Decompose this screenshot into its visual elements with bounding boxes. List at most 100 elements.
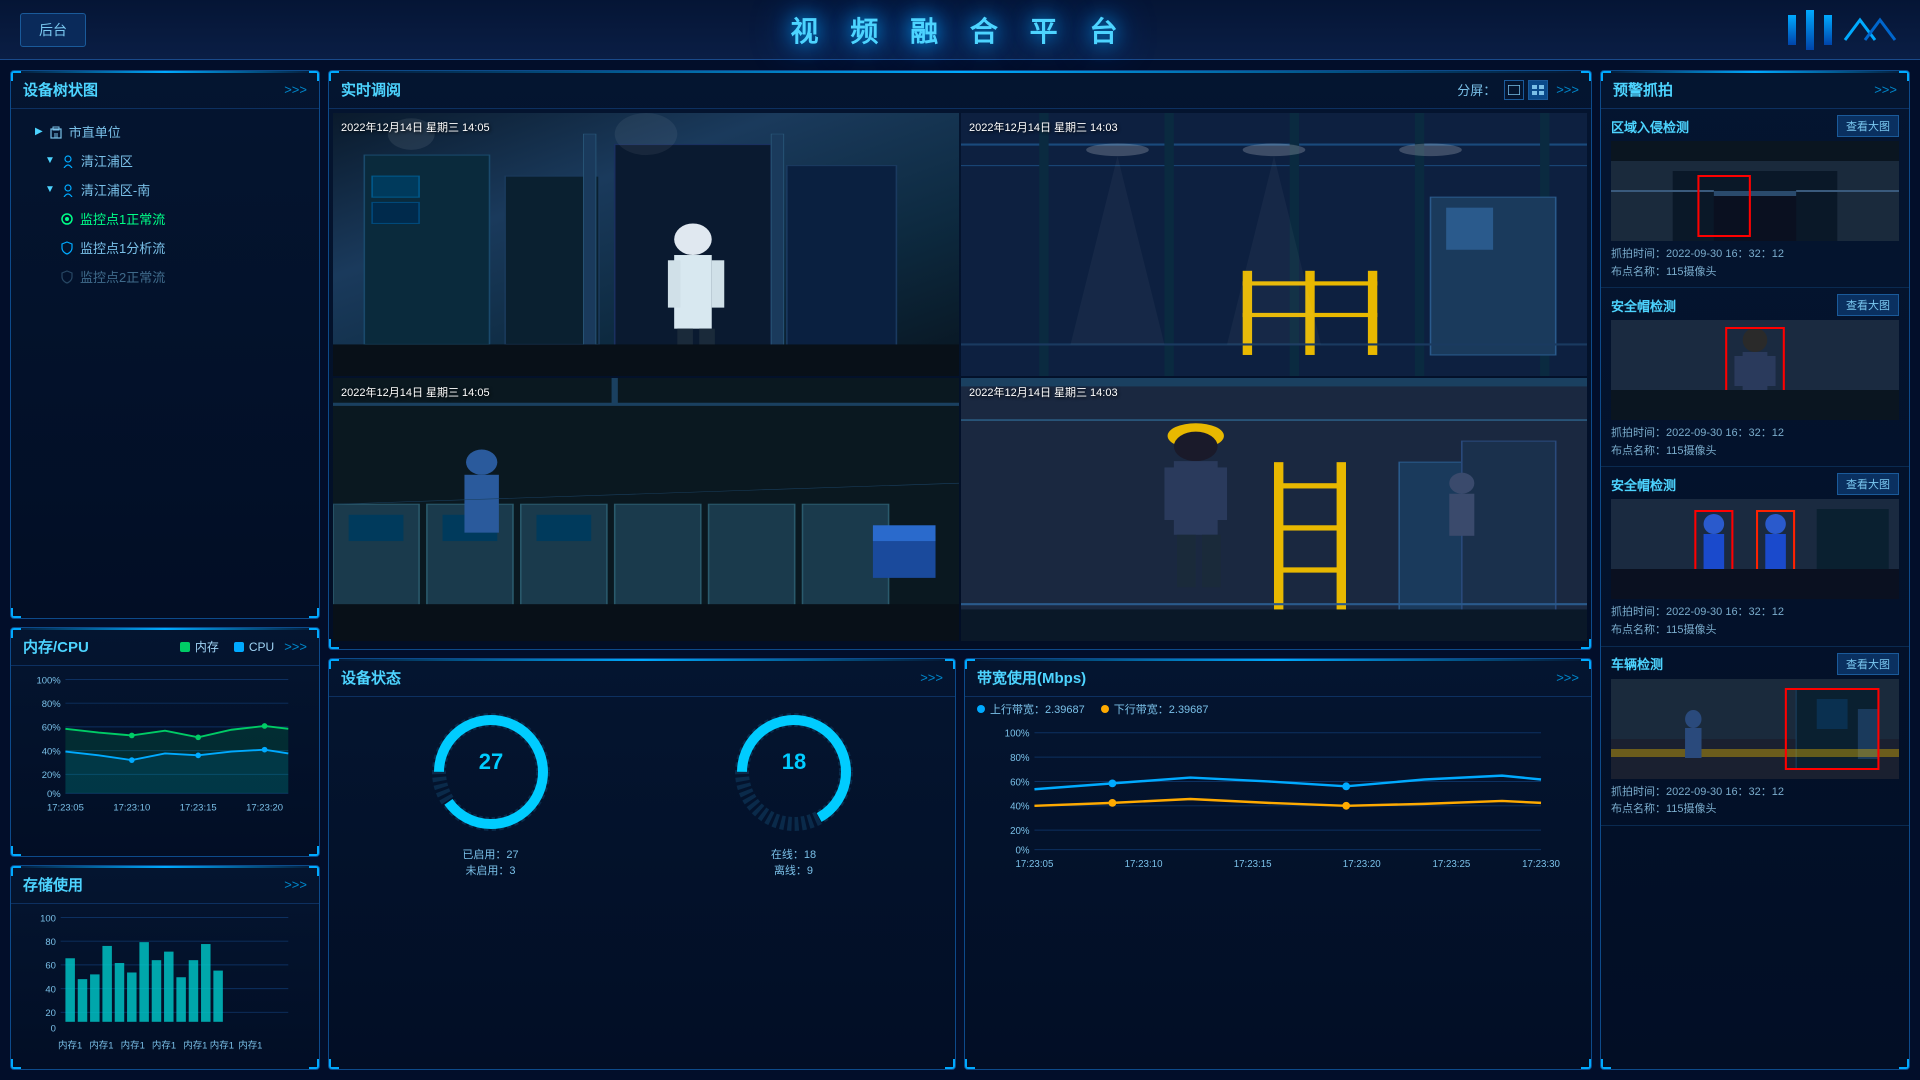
bandwidth-more[interactable]: >>> xyxy=(1556,670,1579,685)
warning-1-time: 抓拍时间：2022-09-30 16：32：12 xyxy=(1611,246,1899,264)
svg-text:17:23:10: 17:23:10 xyxy=(1125,859,1163,870)
header: 后台 视 频 融 合 平 台 xyxy=(0,0,1920,60)
memory-legend-dot xyxy=(180,642,190,652)
warning-3-type: 安全帽检测 xyxy=(1611,475,1676,494)
warning-2-view-button[interactable]: 查看大图 xyxy=(1837,294,1899,316)
svg-text:17:23:15: 17:23:15 xyxy=(1234,859,1272,870)
warning-4-info: 抓拍时间：2022-09-30 16：32：12 布点名称：115摄像头 xyxy=(1611,784,1899,819)
warning-1-type: 区域入侵检测 xyxy=(1611,117,1689,136)
svg-text:0%: 0% xyxy=(1016,846,1030,857)
split-4-button[interactable] xyxy=(1528,80,1548,100)
video-grid: 2022年12月14日 星期三 14:05 xyxy=(329,109,1591,645)
offline-label: 离线：9 xyxy=(729,862,859,878)
warning-4-type: 车辆检测 xyxy=(1611,654,1663,673)
warning-thumb-img-3 xyxy=(1611,499,1899,599)
header-deco-chevron xyxy=(1840,15,1900,45)
memory-legend-label: 内存 xyxy=(195,638,219,655)
svg-text:0: 0 xyxy=(51,1023,56,1034)
memory-legend: 内存 xyxy=(180,638,219,655)
download-legend: 下行带宽：2.39687 xyxy=(1101,701,1209,717)
storage-panel: 存储使用 >>> 100 80 60 40 20 0 xyxy=(10,865,320,1070)
warning-list: 区域入侵检测 查看大图 xyxy=(1601,109,1909,1065)
warning-3-view-button[interactable]: 查看大图 xyxy=(1837,473,1899,495)
warning-1-header: 区域入侵检测 查看大图 xyxy=(1611,115,1899,137)
warning-1-location: 布点名称：115摄像头 xyxy=(1611,264,1899,282)
video-cell-3[interactable]: 2022年12月14日 星期三 14:05 xyxy=(333,378,959,641)
video-cell-2[interactable]: 2022年12月14日 星期三 14:03 xyxy=(961,113,1587,376)
deco-bar-2 xyxy=(1806,10,1814,50)
storage-more[interactable]: >>> xyxy=(284,877,307,892)
right-column: 预警抓拍 >>> 区域入侵检测 查看大图 xyxy=(1600,70,1910,1070)
split-controls xyxy=(1504,80,1548,100)
svg-text:100: 100 xyxy=(40,913,56,924)
cpu-memory-more[interactable]: >>> xyxy=(284,639,307,654)
warning-thumb-img-2 xyxy=(1611,320,1899,420)
warning-3-thumb xyxy=(1611,499,1899,599)
deco-bar-3 xyxy=(1824,15,1832,45)
warning-2-time: 抓拍时间：2022-09-30 16：32：12 xyxy=(1611,425,1899,443)
warning-4-thumb xyxy=(1611,679,1899,779)
warning-3-header: 安全帽检测 查看大图 xyxy=(1611,473,1899,495)
cpu-legend: CPU xyxy=(234,640,274,654)
tree-item-cam3[interactable]: 监控点2正常流 xyxy=(15,262,315,291)
tree-item-region[interactable]: ▼ 清江浦区 xyxy=(15,146,315,175)
warnings-panel: 预警抓拍 >>> 区域入侵检测 查看大图 xyxy=(1600,70,1910,1070)
warning-4-view-button[interactable]: 查看大图 xyxy=(1837,653,1899,675)
storage-title: 存储使用 xyxy=(23,874,83,895)
left-column: 设备树状图 >>> ▶ 市直单位 ▼ 清江浦区 ▼ 清江浦区-南 xyxy=(10,70,320,1070)
split-1-button[interactable] xyxy=(1504,80,1524,100)
factory-scene-3 xyxy=(333,378,959,641)
camera-dim-icon xyxy=(60,270,74,284)
upload-dot xyxy=(977,705,985,713)
video-timestamp-1: 2022年12月14日 星期三 14:05 xyxy=(341,119,490,135)
not-enabled-label: 未启用：3 xyxy=(426,862,556,878)
video-cell-1[interactable]: 2022年12月14日 星期三 14:05 xyxy=(333,113,959,376)
center-column: 实时调阅 分屏： xyxy=(328,70,1592,1070)
tree-item-cam2[interactable]: 监控点1分析流 xyxy=(15,233,315,262)
svg-text:内存1: 内存1 xyxy=(58,1039,82,1051)
download-dot xyxy=(1101,705,1109,713)
cpu-memory-panel: 内存/CPU 内存 CPU >>> xyxy=(10,627,320,857)
warning-1-info: 抓拍时间：2022-09-30 16：32：12 布点名称：115摄像头 xyxy=(1611,246,1899,281)
warning-item-2: 安全帽检测 查看大图 xyxy=(1601,288,1909,467)
donut-chart-1: 27 xyxy=(426,707,556,837)
video-timestamp-2: 2022年12月14日 星期三 14:03 xyxy=(969,119,1118,135)
svg-text:内存1: 内存1 xyxy=(89,1039,113,1051)
warning-1-view-button[interactable]: 查看大图 xyxy=(1837,115,1899,137)
tree-label: 清江浦区 xyxy=(81,151,133,170)
upload-legend: 上行带宽：2.39687 xyxy=(977,701,1085,717)
tree-label: 监控点1正常流 xyxy=(80,209,165,228)
realtime-panel: 实时调阅 分屏： xyxy=(328,70,1592,650)
tree-item-city[interactable]: ▶ 市直单位 xyxy=(15,117,315,146)
donut-enabled: 27 已启用：27 未启用：3 xyxy=(426,707,556,878)
svg-text:80%: 80% xyxy=(1010,753,1030,764)
quad-split-icon xyxy=(1532,85,1544,95)
device-tree-panel: 设备树状图 >>> ▶ 市直单位 ▼ 清江浦区 ▼ 清江浦区-南 xyxy=(10,70,320,619)
cpu-memory-header: 内存/CPU 内存 CPU >>> xyxy=(11,628,319,666)
warning-2-header: 安全帽检测 查看大图 xyxy=(1611,294,1899,316)
warnings-more[interactable]: >>> xyxy=(1874,82,1897,97)
svg-text:40%: 40% xyxy=(42,746,62,757)
device-tree-more[interactable]: >>> xyxy=(284,82,307,97)
arrow-icon: ▼ xyxy=(45,155,55,166)
device-status-more[interactable]: >>> xyxy=(920,670,943,685)
warning-thumb-img-1 xyxy=(1611,141,1899,241)
warning-1-thumb xyxy=(1611,141,1899,241)
donut-chart-2: 18 xyxy=(729,707,859,837)
svg-text:17:23:20: 17:23:20 xyxy=(246,802,283,813)
video-cell-4[interactable]: 2022年12月14日 星期三 14:03 xyxy=(961,378,1587,641)
arrow-icon: ▶ xyxy=(35,126,43,137)
download-legend-label: 下行带宽：2.39687 xyxy=(1114,701,1209,717)
back-button[interactable]: 后台 xyxy=(20,13,86,47)
svg-text:40: 40 xyxy=(45,984,56,995)
svg-text:18: 18 xyxy=(781,749,805,774)
tree-item-subregion[interactable]: ▼ 清江浦区-南 xyxy=(15,175,315,204)
device-tree-title: 设备树状图 xyxy=(23,79,98,100)
warning-2-type: 安全帽检测 xyxy=(1611,296,1676,315)
tree-item-cam1[interactable]: 监控点1正常流 xyxy=(15,204,315,233)
realtime-more[interactable]: >>> xyxy=(1556,82,1579,97)
upload-legend-label: 上行带宽：2.39687 xyxy=(990,701,1085,717)
svg-text:80: 80 xyxy=(45,937,56,948)
svg-text:17:23:25: 17:23:25 xyxy=(1432,859,1470,870)
bandwidth-chart: 100% 80% 60% 40% 20% 0% xyxy=(965,721,1591,876)
